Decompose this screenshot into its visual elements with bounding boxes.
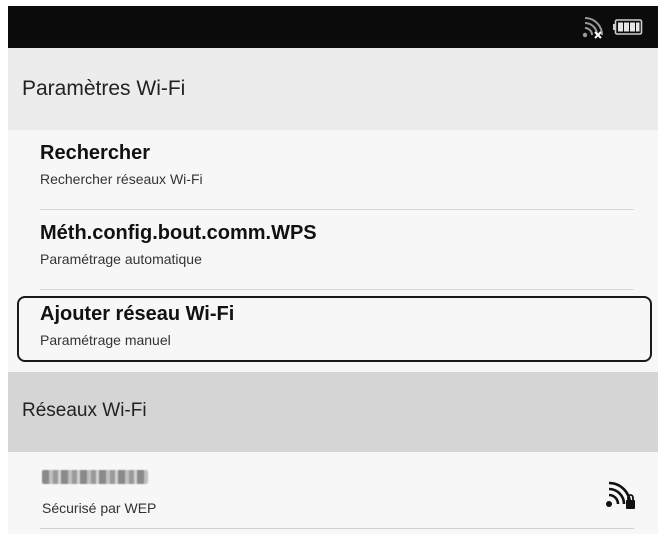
menu-item-subtitle: Rechercher réseaux Wi-Fi [40, 171, 203, 187]
network-name-obscured [42, 470, 148, 484]
page-title: Paramètres Wi-Fi [22, 77, 186, 100]
network-security-label: Sécurisé par WEP [42, 500, 157, 516]
networks-section-header: Réseaux Wi-Fi [8, 372, 658, 452]
menu-item-title: Rechercher [40, 142, 151, 164]
section-title: Réseaux Wi-Fi [22, 400, 147, 421]
wifi-disconnected-icon [582, 17, 603, 39]
wifi-lock-icon [606, 481, 635, 509]
network-list-item[interactable]: Sécurisé par WEP [8, 452, 658, 534]
device-screen: Paramètres Wi-Fi Rechercher Rechercher r… [8, 6, 658, 534]
battery-icon [613, 19, 643, 35]
divider [40, 528, 634, 529]
menu-item-subtitle: Paramétrage automatique [40, 251, 202, 267]
divider [40, 209, 634, 210]
divider [40, 289, 634, 290]
title-bar: Paramètres Wi-Fi [8, 48, 658, 131]
menu-item-wps[interactable]: Méth.config.bout.comm.WPS Paramétrage au… [40, 222, 630, 267]
menu-item-add-network[interactable]: Ajouter réseau Wi-Fi Paramétrage manuel [40, 303, 630, 348]
menu-item-title: Ajouter réseau Wi-Fi [40, 303, 235, 325]
menu-item-subtitle: Paramétrage manuel [40, 332, 171, 348]
status-bar [8, 6, 658, 48]
menu-item-title: Méth.config.bout.comm.WPS [40, 222, 317, 244]
menu-item-search[interactable]: Rechercher Rechercher réseaux Wi-Fi [40, 142, 630, 187]
